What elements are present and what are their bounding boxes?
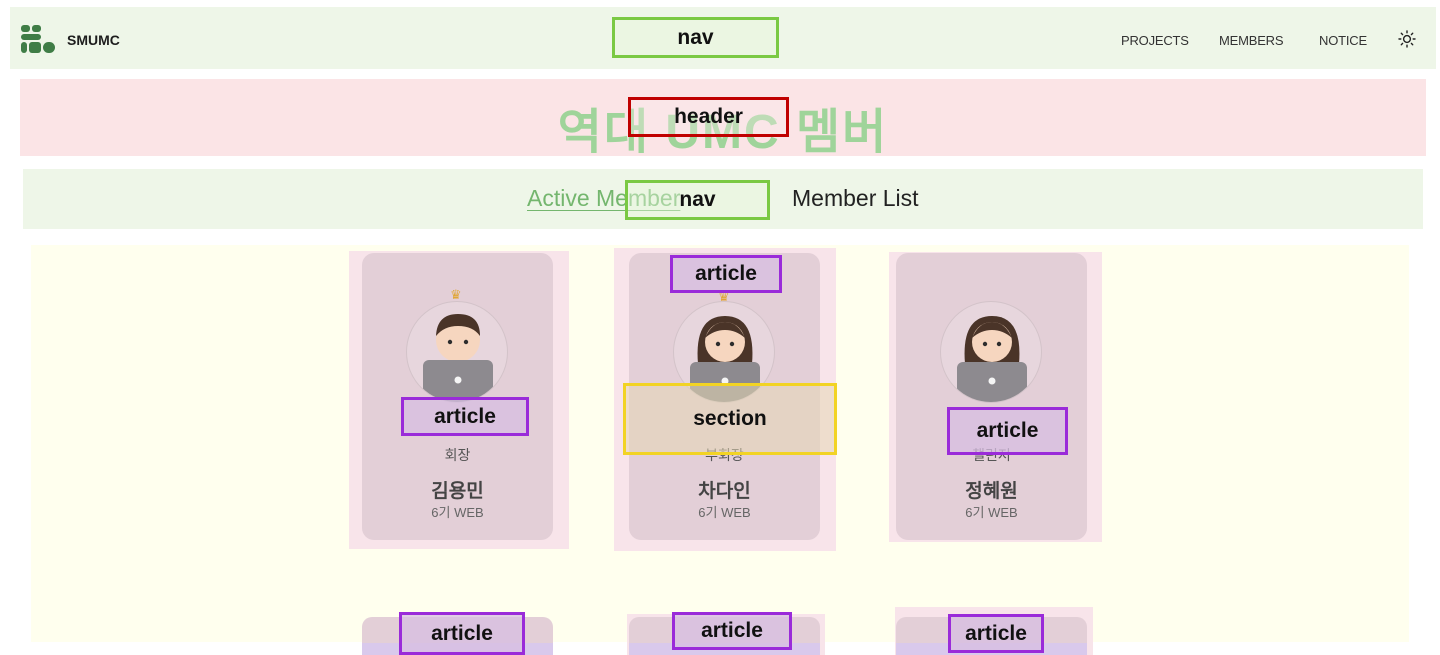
article-annotation: article [672,612,792,650]
tab-member-list[interactable]: Member List [792,185,919,212]
smumc-logo[interactable] [21,25,55,53]
nav-annotation: nav [625,180,770,220]
member-generation: 6기 WEB [965,505,1018,520]
member-avatar [940,301,1042,403]
article-annotation: article [401,397,529,436]
member-name: 정혜원 [965,481,1018,502]
member-role: 회장 [444,447,471,463]
menu-members[interactable]: MEMBERS [1219,33,1284,48]
menu-projects[interactable]: PROJECTS [1121,33,1189,48]
section-annotation: section [623,383,837,455]
theme-toggle-icon[interactable] [1398,30,1416,48]
article-annotation: article [399,612,525,655]
nav-annotation: nav [612,17,779,58]
member-avatar [406,301,508,403]
header-annotation: header [628,97,789,137]
member-name: 차다인 [698,481,751,502]
member-card[interactable]: 챌린저 정혜원 6기 WEB [896,253,1087,540]
article-annotation: article [948,614,1044,653]
brand-name[interactable]: SMUMC [67,32,120,48]
member-name: 김용민 [431,481,484,502]
member-generation: 6기 WEB [431,505,484,520]
menu-notice[interactable]: NOTICE [1319,33,1367,48]
article-annotation: article [670,255,782,293]
article-annotation: article [947,407,1068,455]
member-generation: 6기 WEB [698,505,751,520]
